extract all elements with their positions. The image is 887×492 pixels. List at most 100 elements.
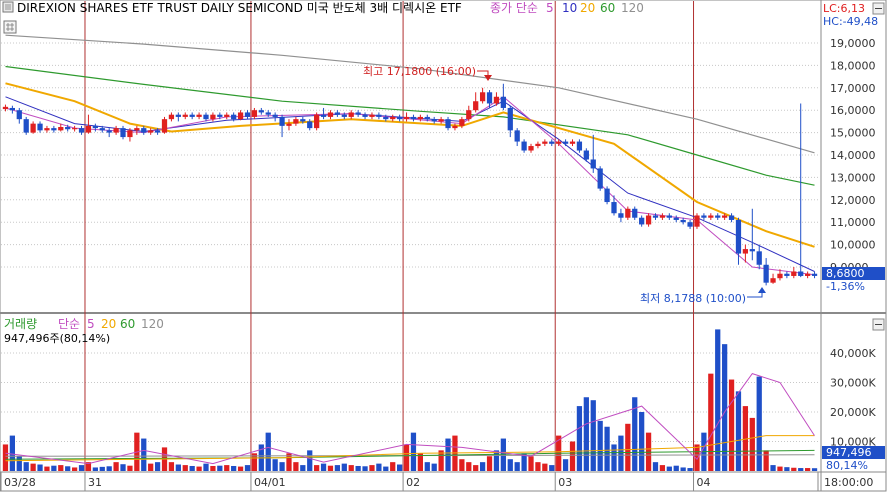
volume-bar[interactable] xyxy=(549,465,555,471)
volume-bar[interactable] xyxy=(334,465,341,471)
volume-bar[interactable] xyxy=(542,463,548,471)
volume-bar[interactable] xyxy=(597,420,603,471)
volume-bar[interactable] xyxy=(9,435,16,471)
volume-bar[interactable] xyxy=(784,467,790,471)
volume-bar[interactable] xyxy=(65,466,71,471)
volume-bar[interactable] xyxy=(293,462,299,471)
volume-bar[interactable] xyxy=(493,450,500,471)
volume-bar[interactable] xyxy=(369,465,375,471)
volume-bar[interactable] xyxy=(320,463,327,471)
volume-bar[interactable] xyxy=(99,466,105,471)
volume-bar[interactable] xyxy=(569,441,576,472)
ma-legend-5[interactable]: 5 xyxy=(546,1,554,15)
candle[interactable] xyxy=(597,166,603,191)
volume-bar[interactable] xyxy=(715,329,721,471)
volume-bar[interactable] xyxy=(687,468,693,471)
volume-ma-5[interactable]: 5 xyxy=(87,317,95,331)
volume-bar[interactable] xyxy=(666,466,672,471)
volume-bar[interactable] xyxy=(141,438,147,471)
volume-bar[interactable] xyxy=(507,459,513,471)
volume-bar[interactable] xyxy=(514,462,520,471)
volume-bar[interactable] xyxy=(16,456,22,471)
volume-bar[interactable] xyxy=(189,465,195,471)
volume-bar[interactable] xyxy=(576,406,583,471)
volume-bar[interactable] xyxy=(224,465,230,471)
volume-bar[interactable] xyxy=(182,465,188,471)
volume-bar[interactable] xyxy=(244,465,251,471)
volume-bar[interactable] xyxy=(728,379,735,471)
volume-bar[interactable] xyxy=(168,462,175,471)
candle[interactable] xyxy=(604,186,610,205)
volume-bar[interactable] xyxy=(148,463,154,471)
volume-ma-120[interactable]: 120 xyxy=(141,317,164,331)
volume-bar[interactable] xyxy=(217,465,223,471)
volume-bar[interactable] xyxy=(410,432,417,471)
volume-bar[interactable] xyxy=(127,465,133,471)
volume-bar[interactable] xyxy=(175,464,181,471)
volume-bar[interactable] xyxy=(383,466,389,471)
grid-toggle-icon[interactable] xyxy=(3,20,17,34)
candle[interactable] xyxy=(23,116,29,135)
volume-ma-20[interactable]: 20 xyxy=(101,317,116,331)
ma-legend-60[interactable]: 60 xyxy=(600,1,615,15)
volume-bar[interactable] xyxy=(625,423,631,471)
volume-legend-label[interactable]: 거래량 xyxy=(4,317,37,331)
volume-bar[interactable] xyxy=(735,391,742,471)
volume-bar[interactable] xyxy=(106,466,112,471)
volume-bar[interactable] xyxy=(583,397,589,471)
volume-bar[interactable] xyxy=(680,467,686,471)
volume-bar[interactable] xyxy=(500,438,506,471)
volume-bar[interactable] xyxy=(708,373,714,471)
volume-ma-60[interactable]: 60 xyxy=(120,317,135,331)
volume-bar[interactable] xyxy=(71,467,78,471)
volume-bar[interactable] xyxy=(763,450,769,471)
candle[interactable] xyxy=(314,112,320,131)
volume-bar[interactable] xyxy=(58,465,64,471)
volume-bar[interactable] xyxy=(804,468,811,471)
volume-bar[interactable] xyxy=(154,462,161,471)
volume-bar[interactable] xyxy=(113,462,119,471)
volume-bar[interactable] xyxy=(196,466,202,471)
volume-bar[interactable] xyxy=(376,463,382,471)
volume-bar[interactable] xyxy=(791,467,797,471)
volume-bar[interactable] xyxy=(44,466,50,471)
volume-bar[interactable] xyxy=(604,426,610,471)
volume-bar[interactable] xyxy=(78,465,85,471)
volume-bar[interactable] xyxy=(673,465,679,471)
candle[interactable] xyxy=(161,116,168,134)
volume-bar[interactable] xyxy=(341,463,347,471)
volume-bar[interactable] xyxy=(314,465,320,471)
volume-bar[interactable] xyxy=(23,462,29,471)
volume-bar[interactable] xyxy=(51,465,57,471)
volume-bar[interactable] xyxy=(535,462,541,471)
volume-bar[interactable] xyxy=(424,462,430,471)
ma-legend-120[interactable]: 120 xyxy=(621,1,644,15)
ma-legend-label[interactable]: 종가 단순 xyxy=(490,1,538,15)
volume-bar[interactable] xyxy=(362,466,368,471)
ma-legend-20[interactable]: 20 xyxy=(580,1,595,15)
volume-bar[interactable] xyxy=(811,468,818,471)
volume-bar[interactable] xyxy=(618,435,624,471)
volume-bar[interactable] xyxy=(30,463,36,471)
volume-bar[interactable] xyxy=(390,462,396,471)
volume-bar[interactable] xyxy=(307,450,313,471)
volume-bar[interactable] xyxy=(403,444,410,471)
volume-bar[interactable] xyxy=(473,465,479,471)
volume-bar[interactable] xyxy=(37,464,43,471)
volume-bar[interactable] xyxy=(798,468,804,471)
volume-bar[interactable] xyxy=(466,462,472,471)
volume-bar[interactable] xyxy=(272,459,278,471)
volume-bar[interactable] xyxy=(431,463,437,471)
volume-ma-label[interactable]: 단순 xyxy=(58,317,80,331)
volume-bar[interactable] xyxy=(2,444,9,471)
ma-legend-10[interactable]: 10 xyxy=(562,1,577,15)
volume-bar[interactable] xyxy=(92,467,98,471)
volume-bar[interactable] xyxy=(562,459,569,471)
volume-bar[interactable] xyxy=(590,400,596,471)
volume-bar[interactable] xyxy=(300,465,306,471)
volume-bar[interactable] xyxy=(528,456,534,471)
volume-bar[interactable] xyxy=(756,376,762,471)
volume-bar[interactable] xyxy=(327,465,334,471)
volume-bar[interactable] xyxy=(459,459,465,471)
volume-bar[interactable] xyxy=(639,412,645,471)
